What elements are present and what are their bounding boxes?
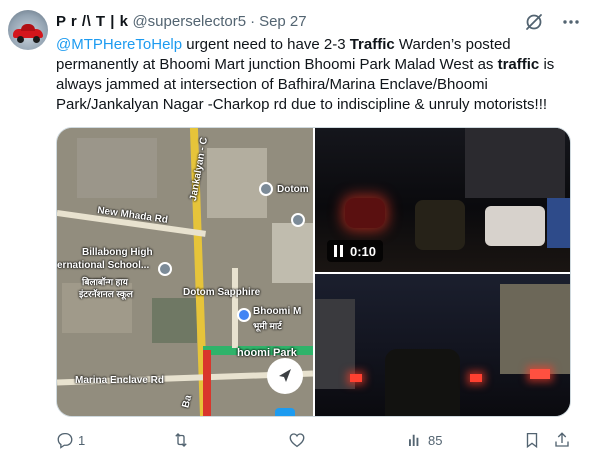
tweet[interactable]: P r /\ T | k @superselector5 · Sep 27 @M…: [0, 0, 592, 465]
reply-icon: [57, 432, 73, 449]
building-silhouette: [315, 299, 355, 389]
avatar-wheel: [17, 36, 24, 43]
map-image[interactable]: Jankalyan - C Dotom New Mhada Rd Billabo…: [57, 128, 313, 416]
map-label: Bhoomi M: [253, 306, 302, 317]
hashtag-keyword: Traffic: [349, 36, 395, 53]
autorickshaw: [385, 349, 460, 416]
tweet-text: @MTPHereToHelp urgent need to have 2-3 T…: [56, 35, 576, 115]
map-road: [232, 268, 238, 348]
navigation-arrow-icon[interactable]: [265, 356, 305, 396]
action-bar: 1 85: [56, 430, 576, 450]
map-label: Dotom Sapphire: [183, 287, 261, 298]
map-label: Marina Enclave Rd: [75, 375, 164, 386]
tweet-date[interactable]: Sep 27: [259, 13, 307, 30]
tweet-text-segment: urgent need to have 2-3: [182, 36, 350, 53]
hashtag-keyword: traffic: [497, 56, 540, 73]
retweet-icon: [175, 433, 187, 447]
person-shirt: [485, 206, 545, 246]
more-icon[interactable]: [561, 12, 581, 32]
tail-light: [470, 374, 482, 382]
pause-icon[interactable]: [334, 245, 344, 257]
map-label: Dotom: [277, 184, 309, 195]
map-overlay-button: [275, 408, 295, 416]
share-button[interactable]: [553, 430, 571, 450]
reply-count: 1: [78, 432, 86, 448]
map-label: भूमी मार्ट: [253, 321, 282, 331]
map-pin-icon: [158, 262, 172, 276]
map-building: [77, 138, 157, 198]
like-button[interactable]: [288, 430, 310, 450]
video-duration: 0:10: [350, 243, 377, 259]
map-building: [207, 148, 267, 218]
map-building: [272, 223, 313, 283]
separator-dot: ·: [250, 12, 256, 30]
tail-light: [530, 369, 550, 379]
map-pin-icon: [291, 213, 305, 227]
building-silhouette: [465, 128, 565, 198]
display-name[interactable]: P r /\ T | k: [56, 13, 128, 30]
autorickshaw: [415, 200, 465, 250]
map-label: इंटरनॅशनल स्कूल: [79, 289, 133, 299]
map-label: Billabong High: [82, 247, 153, 258]
bookmark-button[interactable]: [523, 430, 541, 450]
bookmark-icon: [526, 432, 538, 449]
night-traffic-image[interactable]: [315, 274, 570, 416]
map-pin-icon: [259, 182, 273, 196]
car-taillights: [345, 198, 385, 228]
avatar[interactable]: [8, 10, 48, 50]
map-label: ernational School...: [57, 260, 150, 271]
views-icon: [409, 434, 419, 446]
media-grid: Jankalyan - C Dotom New Mhada Rd Billabo…: [56, 127, 571, 417]
map-park: [152, 298, 197, 343]
grok-icon[interactable]: [524, 12, 544, 32]
tweet-header: P r /\ T | k @superselector5 · Sep 27: [56, 11, 307, 31]
person-shirt: [547, 198, 570, 248]
mention-link[interactable]: @MTPHereToHelp: [56, 36, 182, 53]
heart-icon: [289, 433, 305, 448]
map-road-congested: [203, 350, 211, 416]
video-thumbnail[interactable]: 0:10: [315, 128, 570, 272]
retweet-button[interactable]: [172, 430, 194, 450]
avatar-wheel: [33, 36, 40, 43]
share-icon: [555, 432, 569, 447]
tail-light: [350, 374, 362, 382]
views-count: 85: [428, 432, 443, 448]
user-handle[interactable]: @superselector5: [132, 13, 246, 30]
video-duration-badge[interactable]: 0:10: [327, 240, 384, 262]
views-button[interactable]: 85: [406, 430, 442, 450]
map-pin-icon: [237, 308, 251, 322]
building-silhouette: [500, 284, 570, 374]
reply-button[interactable]: 1: [56, 430, 85, 450]
